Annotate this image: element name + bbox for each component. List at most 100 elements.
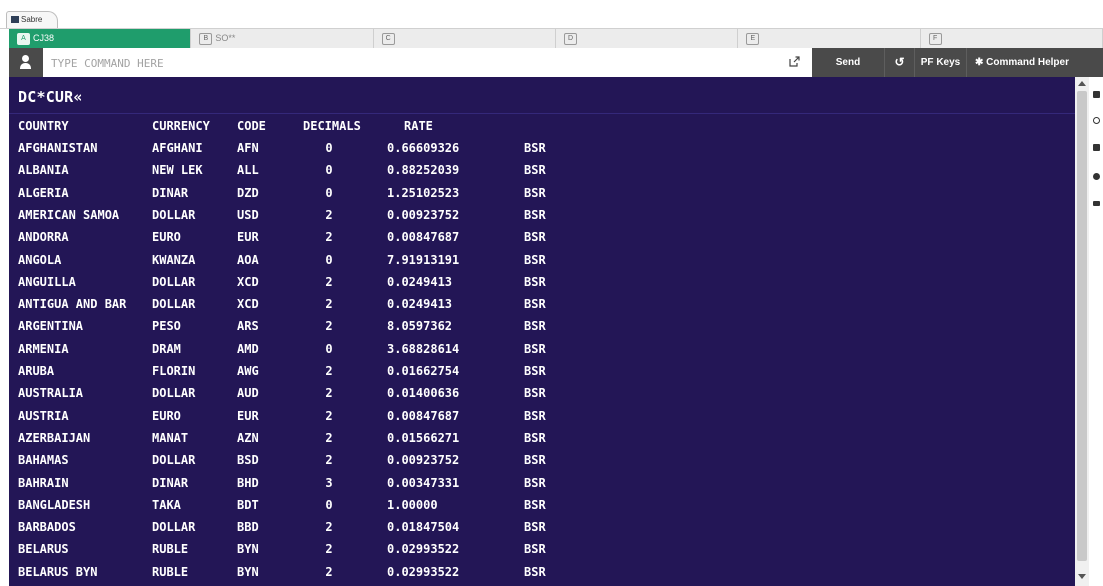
currency-cell: DOLLAR	[152, 297, 196, 312]
rail-refresh-icon[interactable]	[1093, 117, 1100, 124]
code-cell: ARS	[237, 319, 259, 334]
country-cell: BANGLADESH	[18, 497, 91, 512]
rail-settings-icon[interactable]	[1093, 173, 1100, 180]
source-cell: BSR	[524, 430, 546, 445]
rate-cell: 3.68828614	[387, 341, 460, 356]
currency-cell: DOLLAR	[152, 453, 196, 468]
work-area-e-tab[interactable]: E	[738, 29, 921, 48]
country-cell: ARGENTINA	[18, 319, 84, 334]
scroll-down-arrow-icon[interactable]	[1078, 574, 1086, 579]
pf-keys-button[interactable]: PF Keys	[914, 48, 966, 77]
country-cell: AUSTRALIA	[18, 386, 84, 401]
code-cell: AUD	[237, 386, 259, 401]
table-row: BELARUS RUBLE BYN 2 0.02993522 BSR	[9, 538, 1075, 560]
decimals-cell: 2	[325, 408, 333, 423]
decimals-cell: 3	[325, 475, 333, 490]
source-cell: BSR	[524, 252, 546, 267]
scroll-up-arrow-icon[interactable]	[1078, 81, 1086, 86]
rate-cell: 8.0597362	[387, 319, 453, 334]
code-cell: AFN	[237, 141, 259, 155]
source-cell: BSR	[524, 207, 546, 222]
send-button[interactable]: Send	[812, 48, 884, 77]
area-letter-badge: F	[928, 33, 942, 45]
country-cell: BELARUS BYN	[18, 564, 98, 579]
work-area-c-tab[interactable]: C	[374, 29, 556, 48]
rail-pin-icon[interactable]	[1093, 144, 1100, 151]
table-row: BAHRAIN DINAR BHD 3 0.00347331 BSR	[9, 472, 1075, 494]
code-cell: EUR	[237, 230, 259, 245]
terminal-output[interactable]: DC*CUR« COUNTRY CURRENCY CODE DECIMALS R…	[9, 77, 1075, 586]
country-cell: AFGHANISTAN	[18, 141, 98, 155]
country-cell: ARUBA	[18, 364, 55, 378]
code-cell: AZN	[237, 430, 259, 445]
source-cell: BSR	[524, 341, 546, 356]
table-row: AFGHANISTAN AFGHANI AFN 0 0.66609326 BSR	[9, 137, 1075, 159]
rate-cell: 7.91913191	[387, 252, 460, 267]
work-area-a-tab[interactable]: A CJ38	[9, 29, 192, 48]
scroll-thumb[interactable]	[1077, 91, 1087, 561]
currency-cell: DRAM	[152, 341, 181, 356]
currency-cell: DOLLAR	[152, 386, 196, 401]
code-cell: BYN	[237, 564, 259, 579]
command-toolbar: Send ↺ PF Keys ✱ Command Helper	[812, 48, 1103, 77]
code-cell: BHD	[237, 475, 259, 490]
table-row: AMERICAN SAMOA DOLLAR USD 2 0.00923752 BSR	[9, 204, 1075, 226]
currency-cell: PESO	[152, 319, 181, 334]
table-row: ANGUILLA DOLLAR XCD 2 0.0249413 BSR	[9, 271, 1075, 293]
side-tool-rail	[1089, 77, 1103, 586]
source-cell: BSR	[524, 475, 546, 490]
decimals-cell: 2	[325, 386, 333, 401]
decimals-cell: 2	[325, 297, 333, 312]
table-row: ALGERIA DINAR DZD 0 1.25102523 BSR	[9, 182, 1075, 204]
work-area-f-tab[interactable]: F	[921, 29, 1103, 48]
country-cell: BARBADOS	[18, 520, 76, 535]
rate-cell: 1.00000	[387, 497, 438, 512]
table-row: BARBADOS DOLLAR BBD 2 0.01847504 BSR	[9, 516, 1075, 538]
rail-list-icon[interactable]	[1093, 201, 1100, 206]
code-cell: XCD	[237, 297, 259, 312]
terminal-scrollbar[interactable]	[1075, 77, 1089, 586]
work-area-b-tab[interactable]: B SO**	[191, 29, 374, 48]
country-cell: ANGUILLA	[18, 274, 76, 289]
popout-icon[interactable]	[789, 56, 800, 67]
code-cell: BBD	[237, 520, 259, 535]
decimals-cell: 0	[325, 141, 333, 155]
rate-cell: 0.00847687	[387, 408, 460, 423]
rate-cell: 0.00347331	[387, 475, 460, 490]
table-row: ANTIGUA AND BAR DOLLAR XCD 2 0.0249413 BSR	[9, 293, 1075, 315]
command-input[interactable]	[49, 52, 733, 75]
area-letter-badge: B	[199, 33, 213, 45]
table-row: BELARUS BYN RUBLE BYN 2 0.02993522 BSR	[9, 561, 1075, 583]
area-label: CJ38	[33, 33, 55, 43]
history-button[interactable]: ↺	[884, 48, 914, 77]
decimals-cell: 0	[325, 497, 333, 512]
magic-wand-icon: ✱	[975, 57, 987, 68]
history-icon: ↺	[894, 55, 905, 69]
user-profile-button[interactable]	[9, 48, 43, 77]
decimals-cell: 2	[325, 564, 333, 579]
source-cell: BSR	[524, 497, 546, 512]
decimals-cell: 2	[325, 430, 333, 445]
currency-cell: KWANZA	[152, 252, 196, 267]
rail-tool-icon[interactable]	[1093, 91, 1100, 98]
command-helper-button[interactable]: ✱ Command Helper	[966, 48, 1103, 77]
app-tab[interactable]: Sabre	[6, 11, 58, 28]
work-area-tabs: A CJ38 B SO** C D E F	[9, 29, 1103, 48]
decimals-cell: 2	[325, 520, 333, 535]
currency-cell: NEW LEK	[152, 163, 203, 178]
country-cell: BAHAMAS	[18, 453, 69, 468]
code-cell: DZD	[237, 185, 259, 200]
decimals-cell: 2	[325, 319, 333, 334]
currency-cell: MANAT	[152, 430, 189, 445]
code-cell: USD	[237, 207, 259, 222]
work-area-d-tab[interactable]: D	[556, 29, 739, 48]
currency-cell: FLORIN	[152, 364, 196, 378]
country-cell: ANTIGUA AND BAR	[18, 297, 127, 312]
code-cell: AWG	[237, 364, 259, 378]
currency-cell: EURO	[152, 230, 181, 245]
table-header: COUNTRY CURRENCY CODE DECIMALS RATE	[9, 115, 1075, 137]
rate-cell: 0.0249413	[387, 297, 453, 312]
user-icon-body	[20, 63, 31, 69]
col-code-header: CODE	[237, 119, 266, 133]
country-cell: ANDORRA	[18, 230, 69, 245]
